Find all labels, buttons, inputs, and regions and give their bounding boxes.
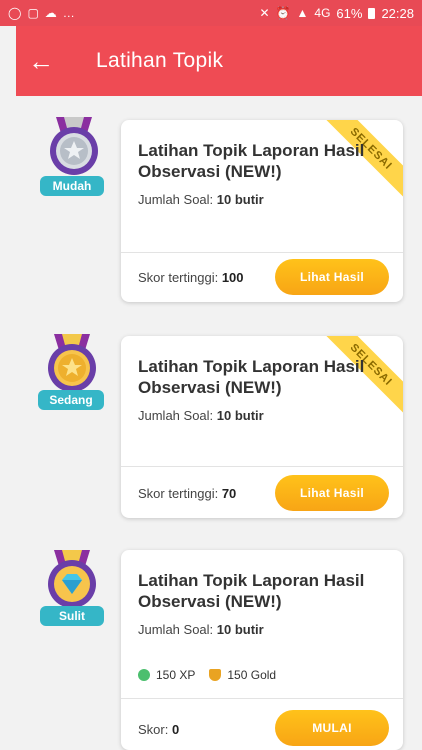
- back-button[interactable]: ←: [16, 26, 66, 96]
- quiz-card: SELESAI Latihan Topik Laporan Hasil Obse…: [121, 120, 403, 302]
- cloud-icon: ☁: [44, 6, 57, 20]
- diamond-medal-icon: [48, 550, 96, 608]
- page-title: Latihan Topik: [96, 49, 224, 72]
- clock: 22:28: [381, 5, 414, 21]
- quiz-title: Latihan Topik Laporan Hasil Observasi (N…: [138, 357, 365, 397]
- score: Skor: 0: [138, 722, 180, 737]
- battery-percent: 61%: [336, 5, 363, 21]
- question-count: Jumlah Soal: 10 butir: [138, 622, 264, 637]
- silver-medal-icon: [50, 117, 98, 175]
- quiz-title: Latihan Topik Laporan Hasil Observasi (N…: [138, 141, 365, 181]
- divider: [121, 466, 403, 467]
- divider: [121, 252, 403, 253]
- arrow-left-icon: ←: [28, 45, 54, 76]
- view-result-button[interactable]: Lihat Hasil: [275, 259, 389, 295]
- quiz-title: Latihan Topik Laporan Hasil Observasi (N…: [138, 571, 365, 611]
- difficulty-badge: Mudah: [40, 176, 104, 196]
- xp-reward: 150 XP: [156, 668, 196, 682]
- more-notifications-icon: …: [62, 6, 75, 20]
- difficulty-badge: Sulit: [40, 606, 104, 626]
- quiz-card: Latihan Topik Laporan Hasil Observasi (N…: [121, 550, 403, 750]
- difficulty-badge: Sedang: [38, 390, 104, 410]
- gold-medal-icon: [48, 334, 96, 392]
- high-score: Skor tertinggi: 100: [138, 270, 244, 285]
- question-count: Jumlah Soal: 10 butir: [138, 192, 264, 207]
- gallery-icon: ▢: [27, 6, 39, 20]
- whatsapp-icon: ◯: [8, 6, 22, 20]
- question-count: Jumlah Soal: 10 butir: [138, 408, 264, 423]
- status-right-icons: ✕ ⏰ ▲ 4G 61% 22:28: [260, 6, 415, 21]
- status-bar: ◯ ▢ ☁ … ✕ ⏰ ▲ 4G 61% 22:28: [0, 0, 422, 26]
- gold-bag-icon: [209, 669, 222, 681]
- network-type: 4G: [314, 6, 331, 20]
- xp-icon: [138, 669, 150, 681]
- alarm-icon: ⏰: [275, 6, 291, 20]
- battery-icon: [368, 7, 376, 19]
- quiz-card: SELESAI Latihan Topik Laporan Hasil Obse…: [121, 336, 403, 518]
- app-bar: ← Latihan Topik: [16, 26, 422, 96]
- mute-icon: ✕: [259, 6, 270, 20]
- start-button[interactable]: MULAI: [275, 710, 389, 746]
- rewards: 150 XP 150 Gold: [138, 668, 276, 682]
- status-left-icons: ◯ ▢ ☁ …: [8, 7, 75, 19]
- signal-icon: ▲: [296, 6, 309, 20]
- view-result-button[interactable]: Lihat Hasil: [275, 475, 389, 511]
- gold-reward: 150 Gold: [227, 668, 277, 682]
- high-score: Skor tertinggi: 70: [138, 486, 237, 501]
- divider: [121, 698, 403, 699]
